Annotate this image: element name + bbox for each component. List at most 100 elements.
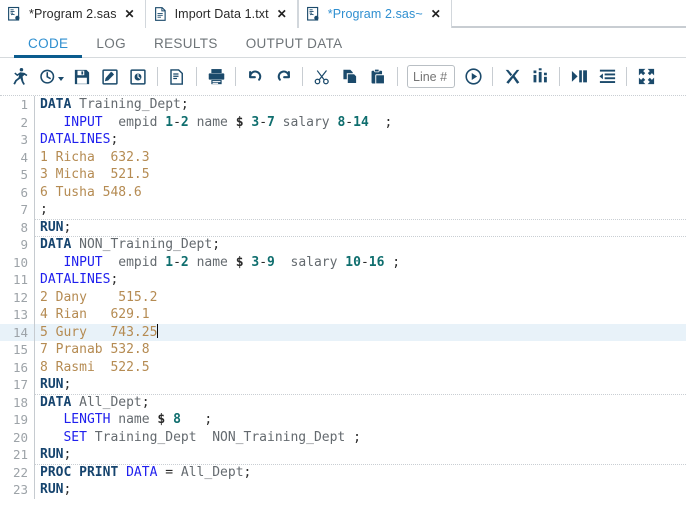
file-tab-1[interactable]: *Program 2.sas ✕ — [0, 0, 146, 28]
code-line[interactable]: 10 INPUT empid 1-2 name $ 3-9 salary 10-… — [0, 253, 686, 272]
undo-icon[interactable] — [241, 62, 269, 92]
tab-output-data[interactable]: OUTPUT DATA — [232, 36, 357, 57]
tab-log[interactable]: LOG — [82, 36, 140, 57]
close-icon[interactable]: ✕ — [124, 8, 136, 20]
code-line-text[interactable]: ; — [35, 201, 686, 219]
code-line-text[interactable]: 7 Pranab 532.8 — [35, 341, 686, 359]
code-line[interactable]: 14 5 Gury 743.25 — [0, 323, 686, 342]
code-line[interactable]: 4 1 Richa 632.3 — [0, 148, 686, 167]
code-line-text[interactable]: DATALINES; — [35, 271, 686, 289]
add-tab-indent-icon[interactable] — [565, 62, 593, 92]
save-icon[interactable] — [68, 62, 96, 92]
recent-history-icon[interactable] — [34, 62, 68, 92]
code-line[interactable]: 19 LENGTH name $ 8 ; — [0, 411, 686, 429]
go-to-line-icon[interactable] — [459, 62, 487, 92]
code-line-text[interactable]: DATA NON_Training_Dept; — [35, 236, 686, 254]
chevron-down-icon[interactable] — [57, 77, 64, 81]
tab-code[interactable]: CODE — [14, 36, 83, 58]
analyze-program-icon[interactable] — [526, 62, 554, 92]
code-token: Training_Dept — [94, 429, 197, 445]
code-line-text[interactable]: RUN; — [35, 446, 686, 464]
code-line[interactable]: 2 INPUT empid 1-2 name $ 3-7 salary 8-14… — [0, 113, 686, 132]
code-line[interactable]: 9 DATA NON_Training_Dept; — [0, 236, 686, 254]
line-number: 19 — [12, 412, 28, 428]
copy-icon[interactable] — [336, 62, 364, 92]
code-line[interactable]: 22 PROC PRINT DATA = All_Dept; — [0, 463, 686, 482]
code-line-text[interactable]: DATA All_Dept; — [35, 394, 686, 412]
code-editor[interactable]: 1 DATA Training_Dept; 2 INPUT empid 1-2 na… — [0, 96, 686, 532]
editor-toolbar — [0, 58, 686, 96]
code-token: DATA — [126, 464, 158, 480]
code-line[interactable]: 18 DATA All_Dept; — [0, 393, 686, 412]
tab-results[interactable]: RESULTS — [140, 36, 232, 57]
format-code-icon[interactable] — [593, 62, 621, 92]
code-line-text[interactable]: RUN; — [35, 481, 686, 499]
code-line[interactable]: 5 3 Micha 521.5 — [0, 166, 686, 184]
code-token: 3 — [251, 254, 260, 270]
code-line[interactable]: 17 RUN; — [0, 376, 686, 394]
code-line-text[interactable]: DATA Training_Dept; — [35, 96, 686, 114]
code-line-text[interactable]: 2 Dany 515.2 — [35, 289, 686, 307]
code-token: = — [157, 464, 181, 480]
code-token: 6 Tusha 548.6 — [40, 184, 142, 200]
code-line[interactable]: 8 RUN; — [0, 218, 686, 237]
file-tab-label: Import Data 1.txt — [174, 7, 269, 21]
code-line-text[interactable]: 4 Rian 629.1 — [35, 306, 686, 324]
code-line-text[interactable]: LENGTH name $ 8 ; — [35, 411, 686, 429]
code-token: 2 — [180, 114, 189, 130]
maximize-view-icon[interactable] — [632, 62, 660, 92]
code-line[interactable]: 1 DATA Training_Dept; — [0, 96, 686, 114]
code-line[interactable]: 13 4 Rian 629.1 — [0, 306, 686, 324]
code-token: ; — [40, 202, 48, 217]
code-line-text[interactable]: RUN; — [35, 219, 686, 237]
code-token: 5 Gury 743.25 — [40, 324, 158, 340]
save-as-icon[interactable] — [96, 62, 124, 92]
close-icon[interactable]: ✕ — [276, 8, 288, 20]
paste-icon[interactable] — [364, 62, 392, 92]
code-line-text[interactable]: INPUT empid 1-2 name $ 3-9 salary 10-16 … — [35, 254, 686, 272]
line-number: 21 — [12, 447, 28, 463]
code-line[interactable]: 11 DATALINES; — [0, 271, 686, 289]
code-line[interactable]: 23 RUN; — [0, 481, 686, 499]
code-line[interactable]: 6 6 Tusha 548.6 — [0, 183, 686, 202]
code-line[interactable]: 20 SET Training_Dept NON_Training_Dept ; — [0, 428, 686, 447]
code-line[interactable]: 7; — [0, 201, 686, 219]
code-line[interactable]: 15 7 Pranab 532.8 — [0, 341, 686, 359]
code-line[interactable]: 16 8 Rasmi 522.5 — [0, 358, 686, 377]
cut-icon[interactable] — [308, 62, 336, 92]
properties-icon[interactable] — [163, 62, 191, 92]
redo-icon[interactable] — [269, 62, 297, 92]
run-icon[interactable] — [6, 62, 34, 92]
code-line-text[interactable]: INPUT empid 1-2 name $ 3-7 salary 8-14 ; — [35, 114, 686, 132]
clear-all-icon[interactable] — [498, 62, 526, 92]
file-tab-3[interactable]: *Program 2.sas~ ✕ — [297, 0, 452, 28]
code-token: ; — [243, 464, 252, 480]
code-token: - — [259, 254, 268, 270]
code-token: salary — [290, 254, 338, 270]
close-icon[interactable]: ✕ — [430, 8, 442, 20]
code-line-text[interactable]: 5 Gury 743.25 — [35, 323, 686, 342]
code-line-text[interactable]: SET Training_Dept NON_Training_Dept ; — [35, 429, 686, 447]
code-line-text[interactable]: DATALINES; — [35, 131, 686, 149]
code-token: $ — [235, 114, 244, 130]
go-to-line-input[interactable] — [407, 65, 455, 88]
code-line-text[interactable]: 6 Tusha 548.6 — [35, 184, 686, 202]
code-token: ; — [63, 482, 72, 497]
code-line-text[interactable]: PROC PRINT DATA = All_Dept; — [35, 464, 686, 482]
code-snippet-icon[interactable] — [124, 62, 152, 92]
code-line-text[interactable]: 3 Micha 521.5 — [35, 166, 686, 184]
code-line[interactable]: 3 DATALINES; — [0, 131, 686, 149]
line-number: 2 — [20, 114, 28, 130]
code-token: ; — [180, 97, 189, 112]
code-line[interactable]: 12 2 Dany 515.2 — [0, 288, 686, 307]
file-tab-2[interactable]: Import Data 1.txt ✕ — [145, 0, 298, 28]
line-number: 6 — [20, 184, 28, 200]
code-line-text[interactable]: 8 Rasmi 522.5 — [35, 359, 686, 377]
code-line-text[interactable]: 1 Richa 632.3 — [35, 149, 686, 167]
code-line[interactable]: 21 RUN; — [0, 446, 686, 464]
code-line-text[interactable]: RUN; — [35, 376, 686, 394]
print-icon[interactable] — [202, 62, 230, 92]
